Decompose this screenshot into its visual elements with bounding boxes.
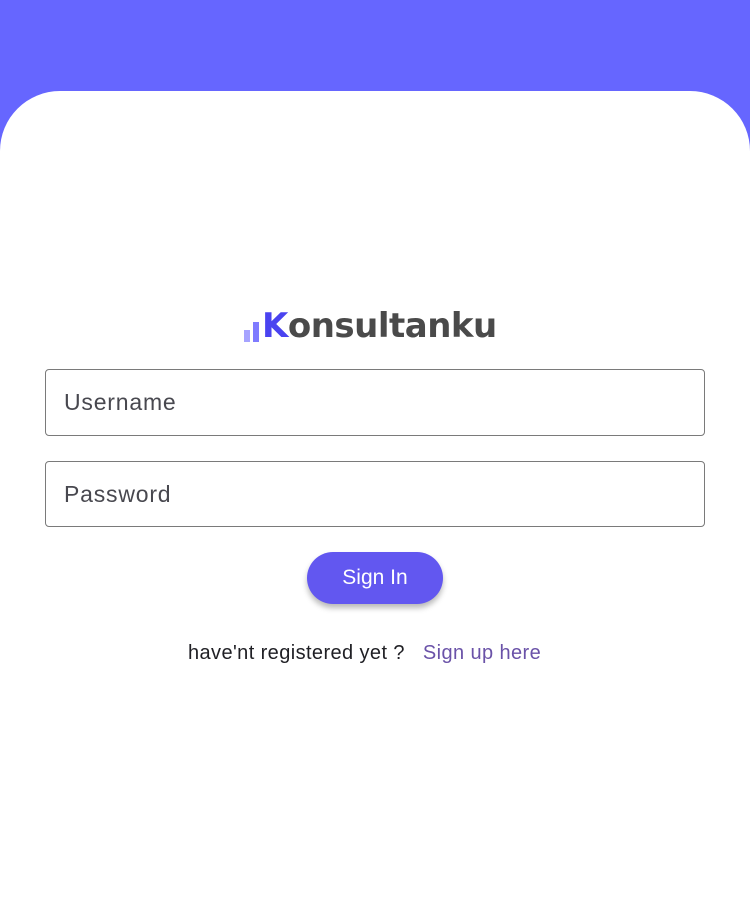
sign-up-link[interactable]: Sign up here — [423, 642, 541, 665]
signal-bars-icon — [244, 316, 259, 346]
app-logo: Konsultanku — [244, 306, 497, 346]
logo-wordmark: Konsultanku — [262, 306, 497, 346]
login-screen: Konsultanku Sign In have'nt registered y… — [0, 0, 750, 911]
logo-letter-k: K — [262, 306, 288, 346]
register-prompt-row: have'nt registered yet ? Sign up here — [188, 640, 541, 666]
username-field[interactable] — [45, 369, 705, 436]
username-input[interactable] — [64, 370, 704, 435]
logo-bar-small — [244, 330, 250, 342]
logo-bar-large — [253, 322, 259, 342]
password-input[interactable] — [64, 462, 704, 526]
register-prompt-text: have'nt registered yet ? — [188, 641, 405, 664]
password-field[interactable] — [45, 461, 705, 527]
logo-wordmark-rest: onsultanku — [287, 306, 497, 346]
sign-in-button[interactable]: Sign In — [307, 552, 443, 604]
